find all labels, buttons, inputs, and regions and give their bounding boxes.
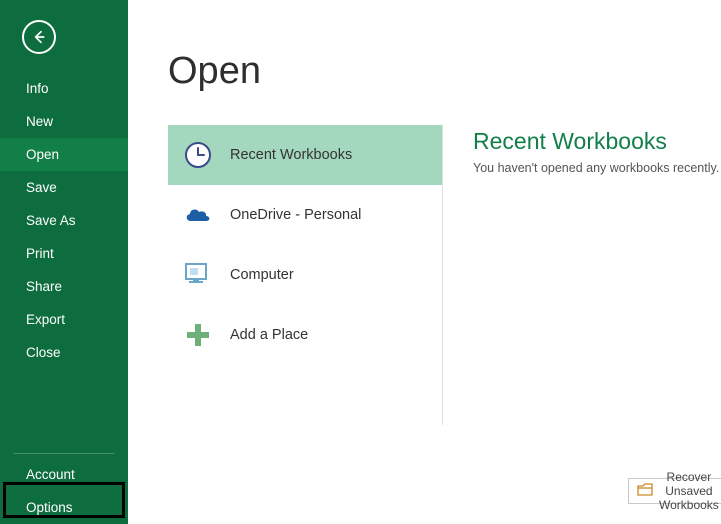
sidebar-item-print[interactable]: Print — [0, 237, 128, 270]
sidebar-item-saveas[interactable]: Save As — [0, 204, 128, 237]
sidebar-item-label: Account — [26, 467, 75, 482]
recent-panel-title: Recent Workbooks — [473, 128, 713, 155]
place-onedrive[interactable]: OneDrive - Personal — [168, 185, 442, 245]
place-label: Recent Workbooks — [230, 147, 352, 163]
page-title: Open — [168, 50, 261, 93]
backstage-sidebar: Info New Open Save Save As Print Share E… — [0, 0, 128, 524]
sidebar-item-export[interactable]: Export — [0, 303, 128, 336]
places-list: Recent Workbooks OneDrive - Personal Com… — [168, 125, 443, 425]
recent-panel-message: You haven't opened any workbooks recentl… — [473, 161, 713, 175]
sidebar-item-label: New — [26, 114, 53, 129]
recover-unsaved-button[interactable]: Recover Unsaved Workbooks — [628, 478, 721, 504]
plus-icon — [180, 317, 216, 353]
sidebar-item-label: Export — [26, 312, 65, 327]
place-label: OneDrive - Personal — [230, 207, 361, 223]
sidebar-item-account[interactable]: Account — [0, 458, 128, 491]
sidebar-item-new[interactable]: New — [0, 105, 128, 138]
sidebar-item-label: Options — [26, 500, 73, 515]
place-add-place[interactable]: Add a Place — [168, 305, 442, 365]
back-arrow-icon — [31, 29, 47, 45]
folder-icon — [637, 483, 653, 499]
computer-icon — [180, 257, 216, 293]
back-button[interactable] — [22, 20, 56, 54]
clock-icon — [180, 137, 216, 173]
sidebar-item-info[interactable]: Info — [0, 72, 128, 105]
sidebar-item-options[interactable]: Options — [0, 491, 128, 524]
sidebar-item-open[interactable]: Open — [0, 138, 128, 171]
place-computer[interactable]: Computer — [168, 245, 442, 305]
place-label: Add a Place — [230, 327, 308, 343]
cloud-icon — [180, 197, 216, 233]
sidebar-item-label: Info — [26, 81, 49, 96]
sidebar-divider — [14, 453, 114, 454]
sidebar-item-label: Open — [26, 147, 59, 162]
main-panel: Open Recent Workbooks OneDrive - Persona… — [128, 0, 721, 524]
sidebar-item-share[interactable]: Share — [0, 270, 128, 303]
sidebar-item-label: Close — [26, 345, 61, 360]
place-label: Computer — [230, 267, 294, 283]
sidebar-item-label: Print — [26, 246, 54, 261]
sidebar-item-label: Save As — [26, 213, 76, 228]
sidebar-item-label: Save — [26, 180, 57, 195]
place-recent-workbooks[interactable]: Recent Workbooks — [168, 125, 442, 185]
recover-button-label: Recover Unsaved Workbooks — [659, 470, 719, 512]
sidebar-item-save[interactable]: Save — [0, 171, 128, 204]
sidebar-item-close[interactable]: Close — [0, 336, 128, 369]
sidebar-item-label: Share — [26, 279, 62, 294]
recent-panel: Recent Workbooks You haven't opened any … — [473, 128, 721, 175]
